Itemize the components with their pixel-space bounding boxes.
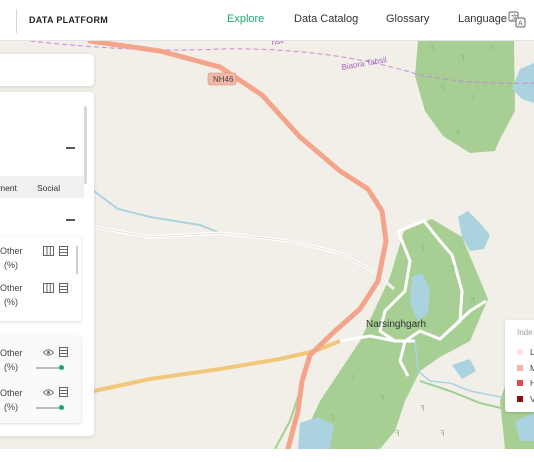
search-panel[interactable] [0,54,94,86]
layer-label: Other [0,246,23,256]
svg-text:ꟻ: ꟻ [330,414,335,423]
svg-text:ꟻ: ꟻ [350,374,355,383]
active-layer-label: Other [0,348,23,358]
table-icon[interactable] [59,347,68,357]
nav-language[interactable]: Language [458,13,507,25]
active-layer-unit: (%) [4,402,18,412]
active-layer-unit: (%) [4,362,18,372]
nav-data-catalog[interactable]: Data Catalog [294,13,358,25]
side-panel-scrollbar[interactable] [84,106,87,184]
legend-item-label: L [530,347,534,357]
translate-icon[interactable]: 文 A [507,10,527,30]
svg-text:ꟻ: ꟻ [490,44,495,53]
collapse-section-button[interactable] [66,147,75,149]
header-divider [16,9,17,33]
tab-social[interactable]: Social [37,183,60,193]
columns-icon[interactable] [43,283,54,293]
svg-text:ꟻ: ꟻ [420,404,425,413]
table-icon[interactable] [59,283,68,293]
tab-environment[interactable]: ment [0,183,17,193]
svg-text:ꟻ: ꟻ [450,264,455,273]
eye-icon[interactable] [43,388,54,397]
legend-swatch [517,349,523,355]
svg-text:ꟻ: ꟻ [430,44,435,53]
legend-swatch [517,380,523,386]
active-layer-label: Other [0,388,23,398]
nav-glossary[interactable]: Glossary [386,13,429,25]
legend-swatch [517,396,523,402]
svg-text:A: A [518,20,523,28]
table-icon[interactable] [59,387,68,397]
svg-text:ꟻ: ꟻ [470,296,475,305]
map-legend: Inde L M H V [505,320,534,412]
layer-list-scrollbar[interactable] [76,246,78,274]
layer-unit: (%) [4,297,18,307]
columns-icon[interactable] [43,246,54,256]
table-icon[interactable] [59,246,68,256]
legend-item-label: V [530,394,534,404]
legend-item-label: H [530,378,534,388]
legend-item-label: M [530,363,534,373]
legend-title: Inde [517,328,533,337]
svg-text:ꟻ: ꟻ [455,129,460,138]
highway-label: NH46 [213,75,234,84]
svg-text:ꟻ: ꟻ [440,84,445,93]
svg-text:ꟻ: ꟻ [460,54,465,63]
layer-unit: (%) [4,260,18,270]
brand-title[interactable]: DATA PLATFORM [29,15,108,25]
map-footer-strip [0,449,534,462]
svg-text:ꟻ: ꟻ [380,394,385,403]
eye-icon[interactable] [43,348,54,357]
svg-text:ꟻ: ꟻ [440,429,445,438]
category-tabs: ment Social [0,176,84,198]
svg-text:ꟻ: ꟻ [470,94,475,103]
svg-text:ꟻ: ꟻ [420,244,425,253]
legend-swatch [517,365,523,371]
collapse-layers-button[interactable] [66,219,75,221]
layer-label: Other [0,283,23,293]
top-navigation-bar: DATA PLATFORM Explore Data Catalog Gloss… [0,0,534,41]
opacity-slider-handle[interactable] [59,365,64,370]
svg-text:ꟻ: ꟻ [395,429,400,438]
opacity-slider-handle[interactable] [59,405,64,410]
nav-explore[interactable]: Explore [227,13,264,25]
town-label: Narsinghgarh [366,319,426,330]
